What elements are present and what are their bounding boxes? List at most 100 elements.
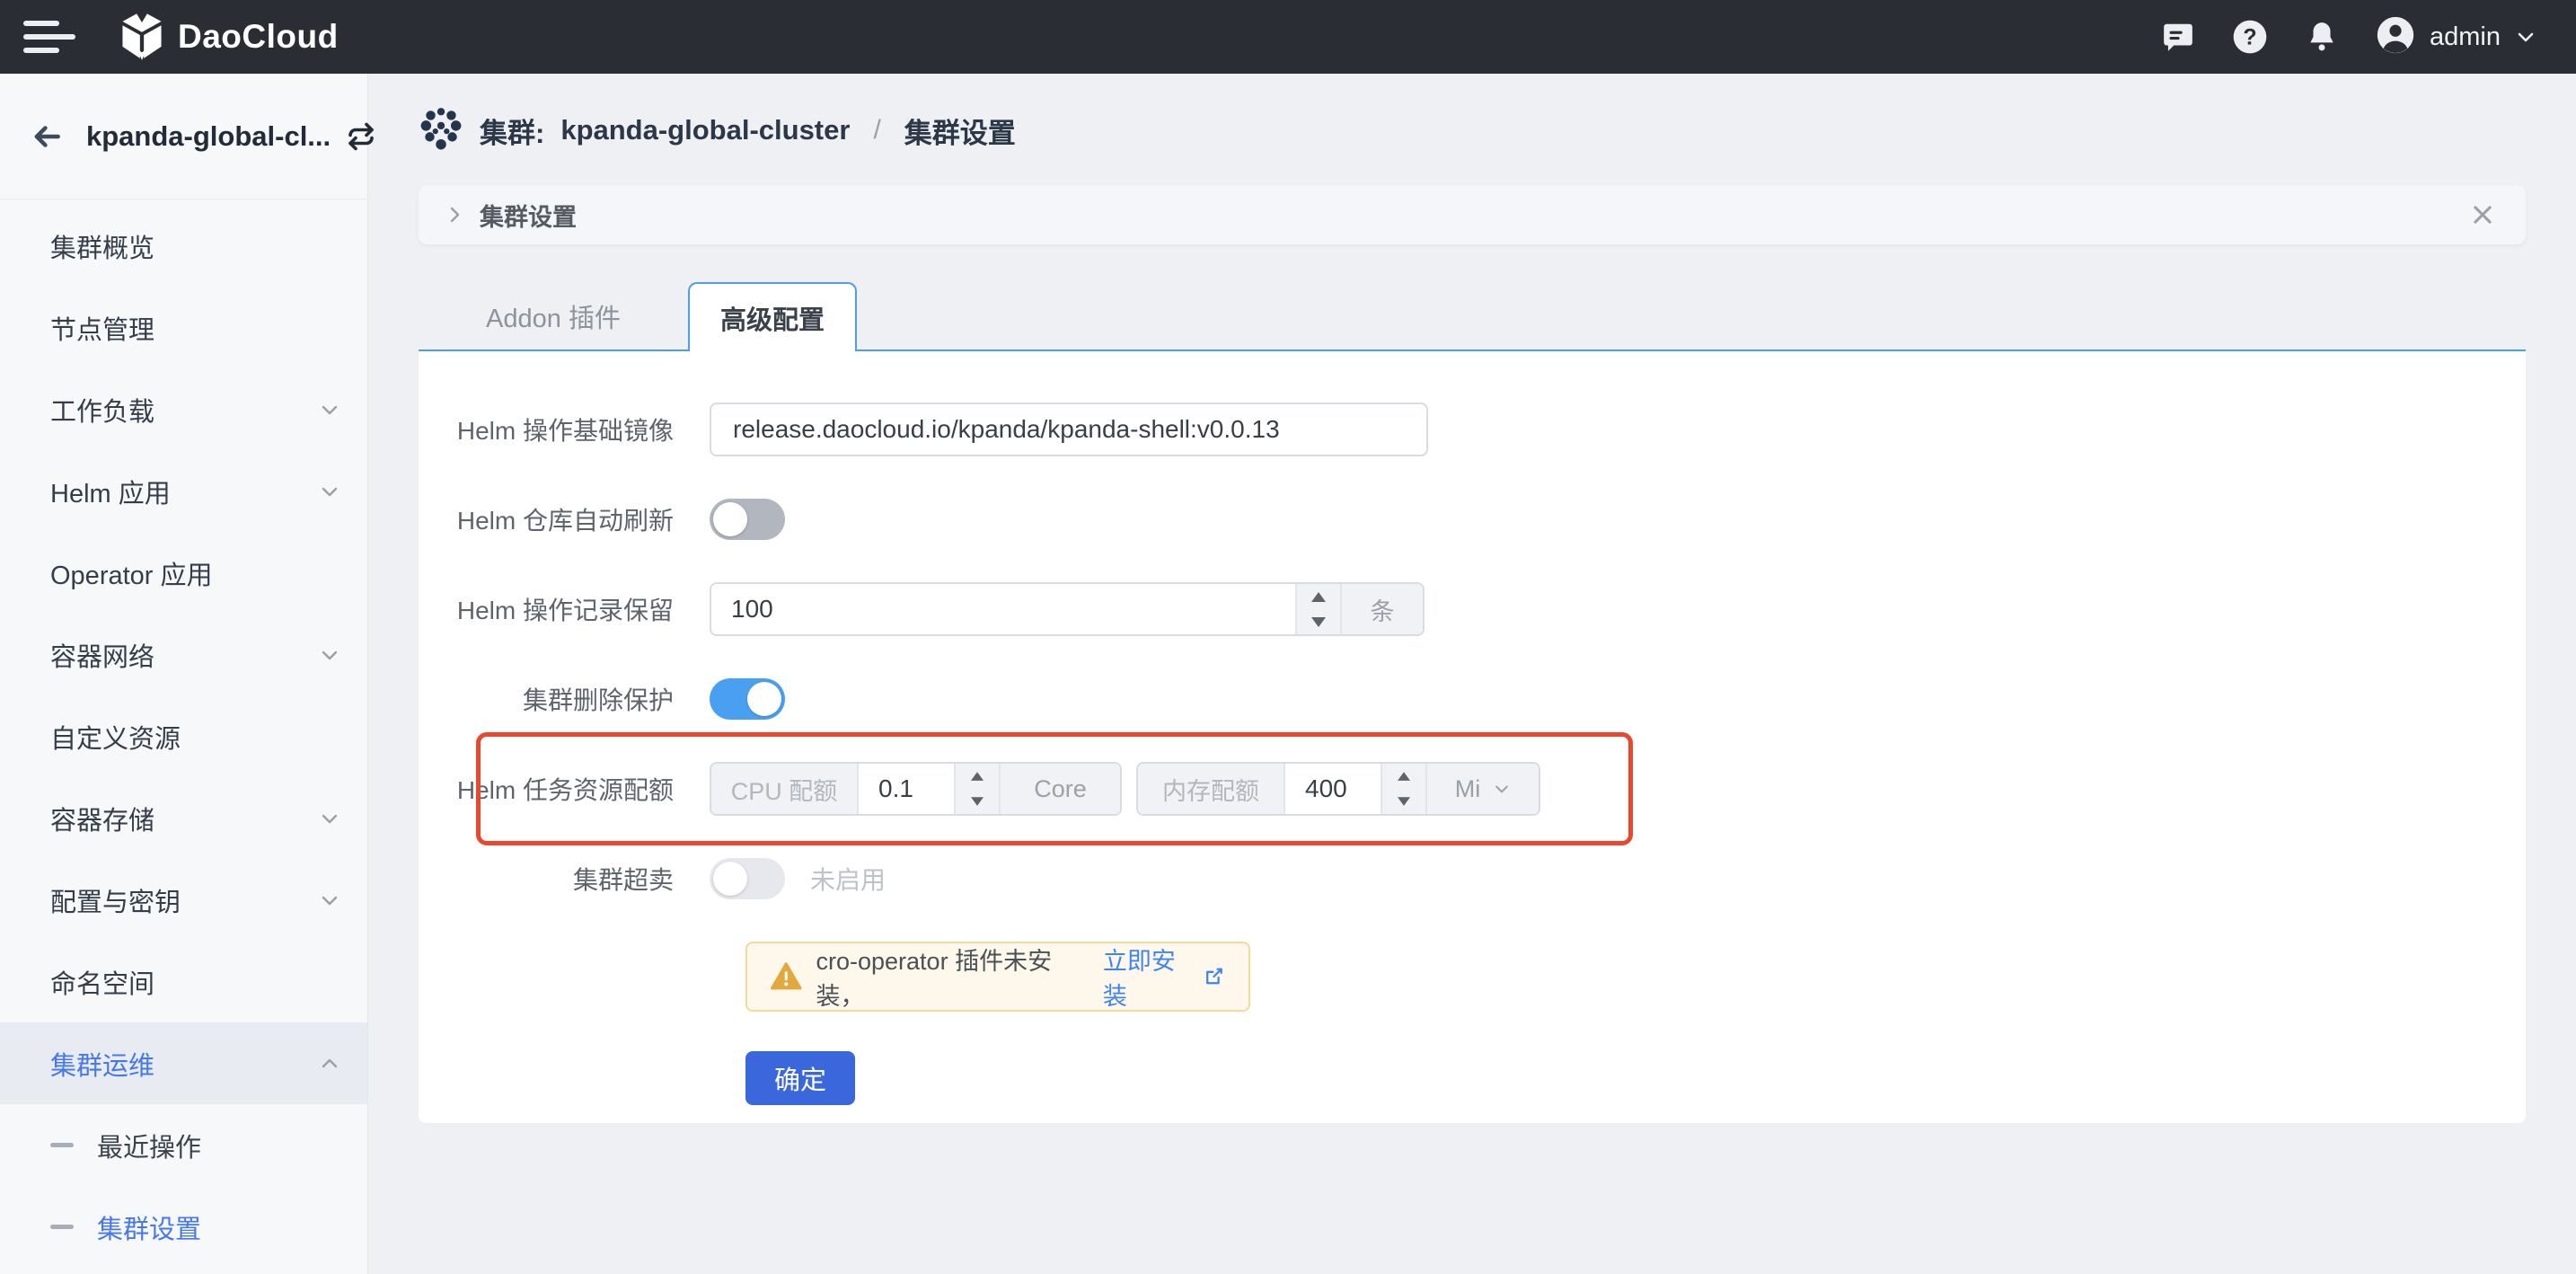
- back-arrow-icon[interactable]: [27, 117, 66, 156]
- panel-title: 集群设置: [480, 198, 577, 233]
- sidebar-menu: 集群概览 节点管理 工作负载 Helm 应用 Operator 应用 容器网络 …: [0, 199, 367, 1268]
- toggle-knob: [747, 682, 781, 716]
- cpu-unit-addon: Core: [999, 764, 1120, 814]
- toggle-knob: [713, 502, 747, 536]
- number-spinner: [1295, 584, 1340, 634]
- svg-text:?: ?: [2243, 24, 2256, 49]
- spin-up-icon[interactable]: [1382, 764, 1425, 789]
- chevron-up-icon: [319, 1053, 340, 1075]
- number-spinner: [954, 764, 999, 814]
- cpu-quota-input[interactable]: [859, 764, 954, 814]
- settings-panel-header: 集群设置: [419, 185, 2526, 244]
- field-label: Helm 操作基础镜像: [419, 411, 710, 447]
- chevron-down-icon: [319, 889, 340, 911]
- sidebar-item-workloads[interactable]: 工作负载: [0, 368, 367, 450]
- advanced-config-panel: Helm 操作基础镜像 Helm 仓库自动刷新 Helm 操作记录保留 条 集群…: [419, 351, 2526, 1123]
- sidebar-item-custom-resources[interactable]: 自定义资源: [0, 695, 367, 777]
- sidebar-header: kpanda-global-cl...: [0, 74, 367, 199]
- switch-cluster-icon[interactable]: [345, 119, 377, 155]
- chevron-down-icon: [319, 481, 340, 502]
- close-icon[interactable]: [2465, 197, 2501, 233]
- number-spinner: [1381, 764, 1425, 814]
- current-cluster-name: kpanda-global-cl...: [86, 120, 331, 153]
- memory-quota-input[interactable]: [1285, 764, 1381, 814]
- avatar: [2376, 15, 2415, 59]
- sidebar-subitem-cluster-settings[interactable]: 集群设置: [0, 1186, 367, 1268]
- warning-triangle-icon: [771, 961, 802, 992]
- notifications-bell-icon[interactable]: [2304, 19, 2340, 55]
- user-name: admin: [2430, 22, 2501, 52]
- warning-text: cro-operator 插件未安装，: [816, 942, 1089, 1012]
- tab-advanced-config[interactable]: 高级配置: [688, 282, 857, 351]
- top-bar: DaoCloud ?: [0, 0, 2576, 74]
- sidebar-subitem-recent-operations[interactable]: 最近操作: [0, 1104, 367, 1186]
- sidebar-item-config-secrets[interactable]: 配置与密钥: [0, 859, 367, 941]
- oversell-toggle[interactable]: [710, 858, 785, 899]
- sidebar: kpanda-global-cl... 集群概览 节点管理 工作负载 Helm …: [0, 74, 368, 1274]
- brand-name: DaoCloud: [178, 18, 339, 56]
- form-row-repo-refresh: Helm 仓库自动刷新: [419, 492, 2526, 546]
- form-row-history: Helm 操作记录保留 条: [419, 582, 2526, 636]
- spin-down-icon[interactable]: [1297, 609, 1340, 634]
- cluster-dots-icon: [419, 106, 463, 155]
- confirm-button[interactable]: 确定: [745, 1051, 855, 1105]
- dash-marker: [50, 1143, 74, 1147]
- sidebar-item-node-management[interactable]: 节点管理: [0, 287, 367, 368]
- repo-refresh-toggle[interactable]: [710, 499, 785, 540]
- history-number-group: 条: [710, 582, 1425, 636]
- breadcrumb-cluster-link[interactable]: kpanda-global-cluster: [560, 114, 850, 146]
- spin-up-icon[interactable]: [1297, 584, 1340, 609]
- user-menu[interactable]: admin: [2376, 15, 2536, 59]
- brand-logo[interactable]: DaoCloud: [119, 10, 339, 65]
- form-row-delete-protect: 集群删除保护: [419, 672, 2526, 726]
- sidebar-item-cluster-overview[interactable]: 集群概览: [0, 205, 367, 287]
- help-icon[interactable]: ?: [2232, 19, 2268, 55]
- memory-quota-group: 内存配额 Mi: [1136, 762, 1540, 816]
- field-label: Helm 仓库自动刷新: [419, 501, 710, 537]
- sidebar-item-cluster-ops[interactable]: 集群运维: [0, 1022, 367, 1104]
- memory-unit-select[interactable]: Mi: [1425, 764, 1539, 814]
- field-label: 集群超卖: [419, 861, 710, 897]
- form-row-oversell: 集群超卖 未启用: [419, 852, 2526, 906]
- breadcrumb-separator: /: [873, 115, 880, 146]
- spin-down-icon[interactable]: [956, 789, 999, 814]
- field-label: Helm 任务资源配额: [419, 771, 710, 807]
- history-input[interactable]: [711, 584, 1295, 634]
- menu-icon[interactable]: [0, 0, 63, 74]
- field-label: Helm 操作记录保留: [419, 591, 710, 627]
- feedback-icon[interactable]: [2160, 19, 2196, 55]
- memory-quota-prefix: 内存配额: [1138, 764, 1285, 814]
- chevron-down-icon: [1493, 780, 1511, 798]
- delete-protect-toggle[interactable]: [710, 678, 785, 720]
- tab-strip: Addon 插件 高级配置: [419, 282, 2526, 351]
- sidebar-item-container-network[interactable]: 容器网络: [0, 614, 367, 695]
- tab-addon-plugins[interactable]: Addon 插件: [419, 282, 688, 349]
- chevron-down-icon: [319, 808, 340, 829]
- spin-up-icon[interactable]: [956, 764, 999, 789]
- form-row-helm-image: Helm 操作基础镜像: [419, 403, 2526, 456]
- sidebar-item-namespaces[interactable]: 命名空间: [0, 941, 367, 1022]
- form-row-quota: Helm 任务资源配额 CPU 配额 Core 内存配额: [419, 762, 2526, 816]
- quota-controls: CPU 配额 Core 内存配额 Mi: [710, 762, 1540, 816]
- warning-alert: cro-operator 插件未安装， 立即安装: [745, 942, 1250, 1012]
- helm-image-input[interactable]: [710, 403, 1428, 456]
- spin-down-icon[interactable]: [1382, 789, 1425, 814]
- breadcrumb-current: 集群设置: [904, 111, 1016, 151]
- daocloud-cube-icon: [119, 10, 165, 65]
- external-link-icon: [1203, 965, 1225, 988]
- install-now-link[interactable]: 立即安装: [1103, 942, 1225, 1012]
- chevron-down-icon: [2515, 26, 2536, 48]
- history-unit-addon: 条: [1340, 584, 1423, 634]
- chevron-right-icon[interactable]: [444, 204, 465, 226]
- toggle-knob: [713, 862, 747, 896]
- chevron-down-icon: [319, 644, 340, 666]
- cpu-quota-group: CPU 配额 Core: [710, 762, 1122, 816]
- sidebar-item-container-storage[interactable]: 容器存储: [0, 777, 367, 859]
- sidebar-item-operator-apps[interactable]: Operator 应用: [0, 532, 367, 614]
- cpu-quota-prefix: CPU 配额: [711, 764, 859, 814]
- main-content: 集群: kpanda-global-cluster / 集群设置 集群设置 Ad…: [368, 74, 2576, 1274]
- oversell-status: 未启用: [810, 861, 886, 897]
- breadcrumb-prefix: 集群:: [480, 111, 544, 151]
- dash-marker: [50, 1225, 74, 1229]
- sidebar-item-helm-apps[interactable]: Helm 应用: [0, 450, 367, 532]
